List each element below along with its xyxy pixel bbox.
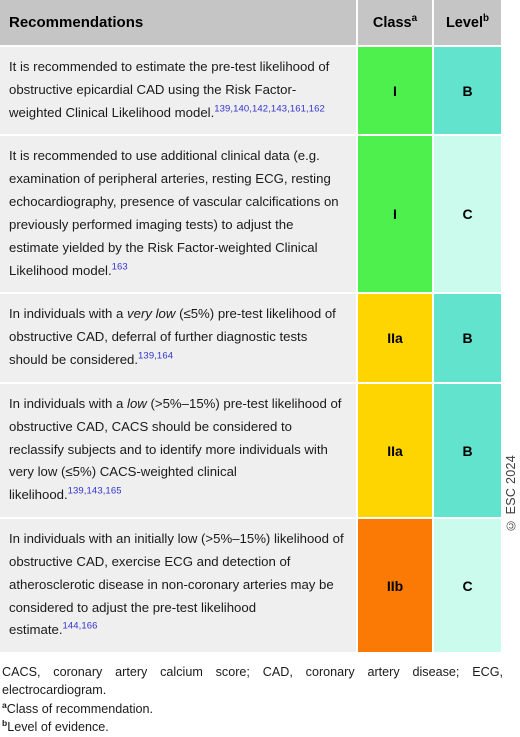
level-of-evidence-cell: B — [434, 294, 501, 384]
recommendation-table-figure: Recommendations Classa Levelb It is reco… — [0, 0, 520, 737]
reference-citation[interactable]: 139,140,142,143,161,162 — [214, 103, 325, 114]
recommendation-text: (>5%–15%) pre-test likelihood of obstruc… — [9, 395, 342, 503]
reference-citation[interactable]: 163 — [112, 261, 128, 272]
table-body: It is recommended to estimate the pre-te… — [0, 47, 501, 655]
recommendation-text: In individuals with an initially low (>5… — [9, 531, 344, 638]
footnote-abbreviations: CACS, coronary artery calcium score; CAD… — [2, 665, 503, 698]
recommendation-text-cell: In individuals with an initially low (>5… — [0, 519, 358, 655]
column-header-level-label: Level — [445, 14, 484, 31]
table-header: Recommendations Classa Levelb — [0, 0, 501, 47]
recommendation-text-cell: In individuals with a low (>5%–15%) pre-… — [0, 383, 358, 520]
level-of-evidence-cell: B — [434, 47, 501, 137]
level-of-evidence-cell: B — [434, 383, 501, 520]
table-row: In individuals with a very low (≤5%) pre… — [0, 294, 501, 384]
column-header-recommendations: Recommendations — [0, 0, 358, 47]
table-row: It is recommended to estimate the pre-te… — [0, 47, 501, 137]
table-row: It is recommended to use additional clin… — [0, 136, 501, 295]
class-of-recommendation-cell: IIb — [358, 519, 434, 655]
recommendation-text: In individuals with a — [9, 395, 128, 411]
column-header-class-footnote-marker: a — [411, 12, 418, 24]
column-header-class-label: Class — [372, 14, 412, 31]
table-row: In individuals with a low (>5%–15%) pre-… — [0, 383, 501, 520]
column-header-class: Classa — [358, 0, 434, 47]
column-header-recommendations-label: Recommendations — [9, 14, 144, 31]
level-of-evidence-cell: C — [434, 519, 501, 655]
header-row: Recommendations Classa Levelb — [0, 0, 501, 47]
reference-citation[interactable]: 139,143,165 — [68, 486, 122, 497]
class-of-recommendation-cell: I — [358, 47, 434, 137]
table-row: In individuals with an initially low (>5… — [0, 519, 501, 655]
footnote-b: bLevel of evidence. — [2, 718, 503, 737]
column-header-level-footnote-marker: b — [483, 12, 490, 24]
footnote-a: aClass of recommendation. — [2, 700, 503, 719]
emphasis-text: very low — [127, 306, 176, 322]
recommendation-text-cell: It is recommended to estimate the pre-te… — [0, 47, 358, 137]
level-of-evidence-cell: C — [434, 136, 501, 295]
recommendations-table: Recommendations Classa Levelb It is reco… — [0, 0, 501, 655]
footnote-a-text: Class of recommendation. — [6, 701, 154, 716]
footnote-b-text: Level of evidence. — [7, 719, 109, 734]
emphasis-text: low — [127, 395, 147, 411]
class-of-recommendation-cell: IIa — [358, 294, 434, 384]
recommendation-text: In individuals with a — [9, 306, 128, 322]
class-of-recommendation-cell: I — [358, 136, 434, 295]
class-of-recommendation-cell: IIa — [358, 383, 434, 520]
recommendation-text: It is recommended to use additional clin… — [9, 148, 339, 278]
recommendation-text-cell: It is recommended to use additional clin… — [0, 136, 358, 295]
footnotes-block: CACS, coronary artery calcium score; CAD… — [0, 654, 503, 737]
reference-citation[interactable]: 144,166 — [63, 621, 98, 632]
reference-citation[interactable]: 139,164 — [138, 351, 173, 362]
copyright-notice: © ESC 2024 — [504, 455, 518, 533]
recommendation-text-cell: In individuals with a very low (≤5%) pre… — [0, 294, 358, 384]
column-header-level: Levelb — [434, 0, 501, 47]
